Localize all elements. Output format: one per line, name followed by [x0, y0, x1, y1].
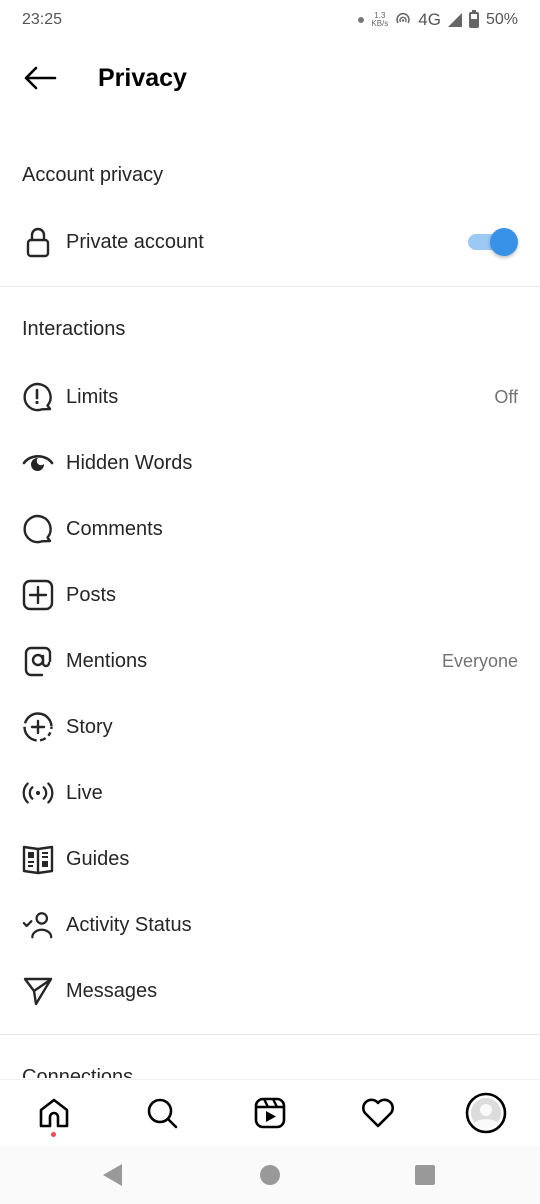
posts-label: Posts	[66, 583, 117, 606]
section-title-connections: Connections	[22, 1066, 134, 1078]
notification-dot-icon	[358, 17, 365, 23]
menu-item-limits[interactable]: Limits Off	[0, 364, 540, 430]
section-title-account-privacy: Account privacy	[22, 164, 164, 186]
limits-value: Off	[494, 386, 518, 407]
hidden-words-label: Hidden Words	[66, 451, 193, 474]
private-account-label: Private account	[66, 230, 204, 253]
battery-icon	[468, 10, 479, 28]
menu-item-hidden-words[interactable]: Hidden Words	[0, 430, 540, 496]
nav-profile[interactable]	[456, 1083, 516, 1143]
activity-status-icon	[22, 909, 54, 941]
menu-item-messages[interactable]: Messages	[0, 958, 540, 1024]
bottom-nav	[0, 1079, 540, 1145]
story-icon	[22, 711, 54, 743]
menu-item-live[interactable]: Live	[0, 760, 540, 826]
private-account-row[interactable]: Private account	[0, 209, 540, 275]
signal-icon	[447, 13, 462, 27]
battery-percent: 50%	[485, 11, 518, 28]
section-title-interactions: Interactions	[22, 318, 126, 340]
messages-label: Messages	[66, 979, 158, 1002]
story-label: Story	[66, 715, 113, 738]
messages-icon	[22, 975, 54, 1007]
profile-avatar-icon	[465, 1092, 507, 1133]
system-nav-bar	[0, 1146, 540, 1204]
network-type: 4G	[418, 10, 441, 29]
nav-home[interactable]	[24, 1083, 84, 1143]
heart-icon	[362, 1098, 394, 1127]
back-arrow-icon	[24, 66, 57, 90]
system-recents-icon[interactable]	[414, 1164, 436, 1186]
nav-activity[interactable]	[348, 1083, 408, 1143]
menu-item-posts[interactable]: Posts	[0, 562, 540, 628]
menu-item-story[interactable]: Story	[0, 694, 540, 760]
comments-label: Comments	[66, 517, 163, 540]
nav-reels[interactable]	[240, 1083, 300, 1143]
menu-item-comments[interactable]: Comments	[0, 496, 540, 562]
menu-item-mentions[interactable]: Mentions Everyone	[0, 628, 540, 694]
mention-icon	[22, 645, 54, 677]
hidden-words-icon	[22, 447, 54, 479]
network-speed-unit: KB/s	[371, 19, 389, 28]
divider	[0, 286, 540, 287]
private-account-toggle[interactable]	[466, 227, 518, 257]
comment-icon	[22, 513, 54, 545]
home-icon	[39, 1098, 69, 1127]
divider	[0, 1034, 540, 1035]
network-speed: 1.3 KB/s	[371, 12, 388, 28]
limits-icon	[22, 381, 54, 413]
activity-status-label: Activity Status	[66, 913, 192, 936]
status-time: 23:25	[22, 11, 63, 28]
lock-icon	[22, 226, 54, 258]
limits-label: Limits	[66, 385, 119, 408]
header: Privacy	[0, 48, 540, 108]
hotspot-icon	[396, 13, 411, 24]
search-icon	[147, 1098, 178, 1128]
live-icon	[22, 777, 54, 809]
back-button[interactable]	[0, 48, 80, 108]
system-home-icon[interactable]	[259, 1164, 281, 1186]
mentions-label: Mentions	[66, 649, 148, 672]
guides-label: Guides	[66, 847, 130, 870]
home-notification-dot	[51, 1131, 56, 1137]
guides-icon	[22, 843, 54, 875]
nav-search[interactable]	[132, 1083, 192, 1143]
mentions-value: Everyone	[441, 650, 518, 671]
add-post-icon	[22, 579, 54, 611]
system-back-icon[interactable]	[102, 1163, 124, 1187]
reels-icon	[254, 1097, 286, 1128]
status-bar: 23:25 1.3 KB/s 4G 50%	[0, 0, 540, 40]
page-title: Privacy	[98, 63, 187, 92]
menu-item-guides[interactable]: Guides	[0, 826, 540, 892]
menu-item-activity-status[interactable]: Activity Status	[0, 892, 540, 958]
live-label: Live	[66, 781, 103, 804]
toggle-thumb	[490, 228, 518, 256]
